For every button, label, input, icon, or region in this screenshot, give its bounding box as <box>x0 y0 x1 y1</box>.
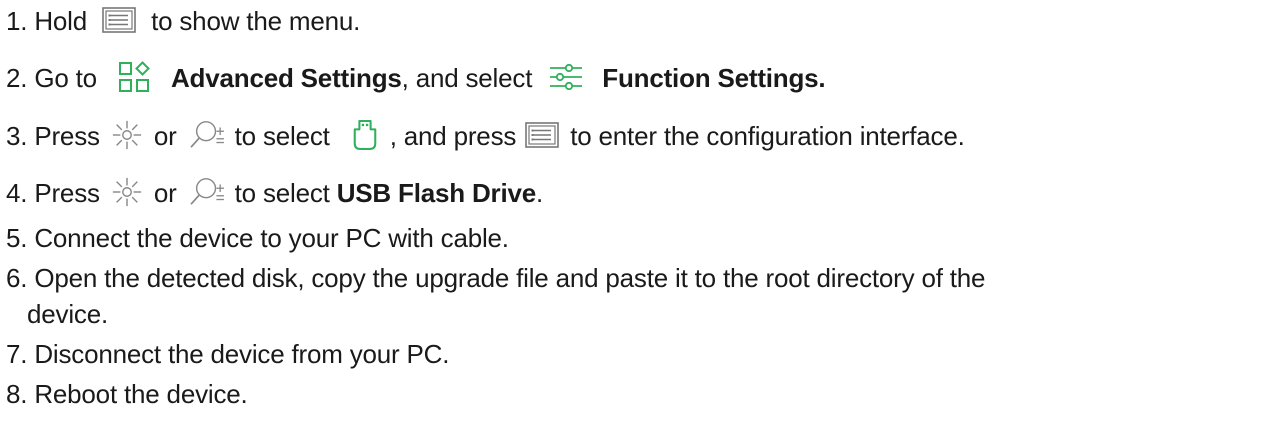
step-6-continuation: device. <box>27 297 108 331</box>
menu-name-function-settings: Function Settings. <box>602 63 826 93</box>
step-8: 8. Reboot the device. <box>6 377 248 411</box>
step-6: 6. Open the detected disk, copy the upgr… <box>6 261 986 295</box>
step-text: Press <box>34 178 100 208</box>
step-7: 7. Disconnect the device from your PC. <box>6 337 449 371</box>
step-text: , and press <box>389 121 517 151</box>
step-text: Open the detected disk, copy the upgrade… <box>34 263 986 293</box>
step-text: or <box>153 178 177 208</box>
step-text: device. <box>27 299 108 329</box>
step-number: 3. <box>6 121 28 151</box>
function-settings-icon <box>549 64 583 90</box>
step-text: to show the menu. <box>151 6 361 36</box>
step-number: 1. <box>6 6 28 36</box>
step-5: 5. Connect the device to your PC with ca… <box>6 221 509 255</box>
brightness-icon <box>111 119 143 151</box>
zoom-icon <box>188 176 226 208</box>
menu-icon <box>102 7 136 33</box>
step-number: 2. <box>6 63 28 93</box>
step-number: 5. <box>6 223 28 253</box>
step-text: . <box>536 178 544 208</box>
step-3: 3. Press or to select , and press to ent… <box>6 119 965 153</box>
step-text: or <box>153 121 177 151</box>
step-text: Disconnect the device from your PC. <box>34 339 450 369</box>
menu-icon <box>525 122 559 148</box>
step-text: Press <box>34 121 100 151</box>
brightness-icon <box>111 176 143 208</box>
step-text: Connect the device to your PC with cable… <box>34 223 509 253</box>
step-number: 6. <box>6 263 28 293</box>
zoom-icon <box>188 119 226 151</box>
menu-name-advanced-settings: Advanced Settings <box>170 63 402 93</box>
usb-icon <box>351 119 379 151</box>
step-number: 8. <box>6 379 28 409</box>
step-text: to select <box>234 178 330 208</box>
step-text: Go to <box>34 63 97 93</box>
step-text: Reboot the device. <box>34 379 248 409</box>
step-text: to enter the configuration interface. <box>570 121 965 151</box>
step-1: 1. Hold to show the menu. <box>6 4 360 38</box>
step-text: to select <box>234 121 330 151</box>
advanced-settings-icon <box>118 61 150 93</box>
step-text: Hold <box>34 6 88 36</box>
step-2: 2. Go to Advanced Settings, and select F… <box>6 61 826 95</box>
step-number: 4. <box>6 178 28 208</box>
step-number: 7. <box>6 339 28 369</box>
step-text: , and select <box>401 63 533 93</box>
step-4: 4. Press or to select USB Flash Drive. <box>6 176 543 210</box>
option-usb-flash-drive: USB Flash Drive <box>336 178 536 208</box>
